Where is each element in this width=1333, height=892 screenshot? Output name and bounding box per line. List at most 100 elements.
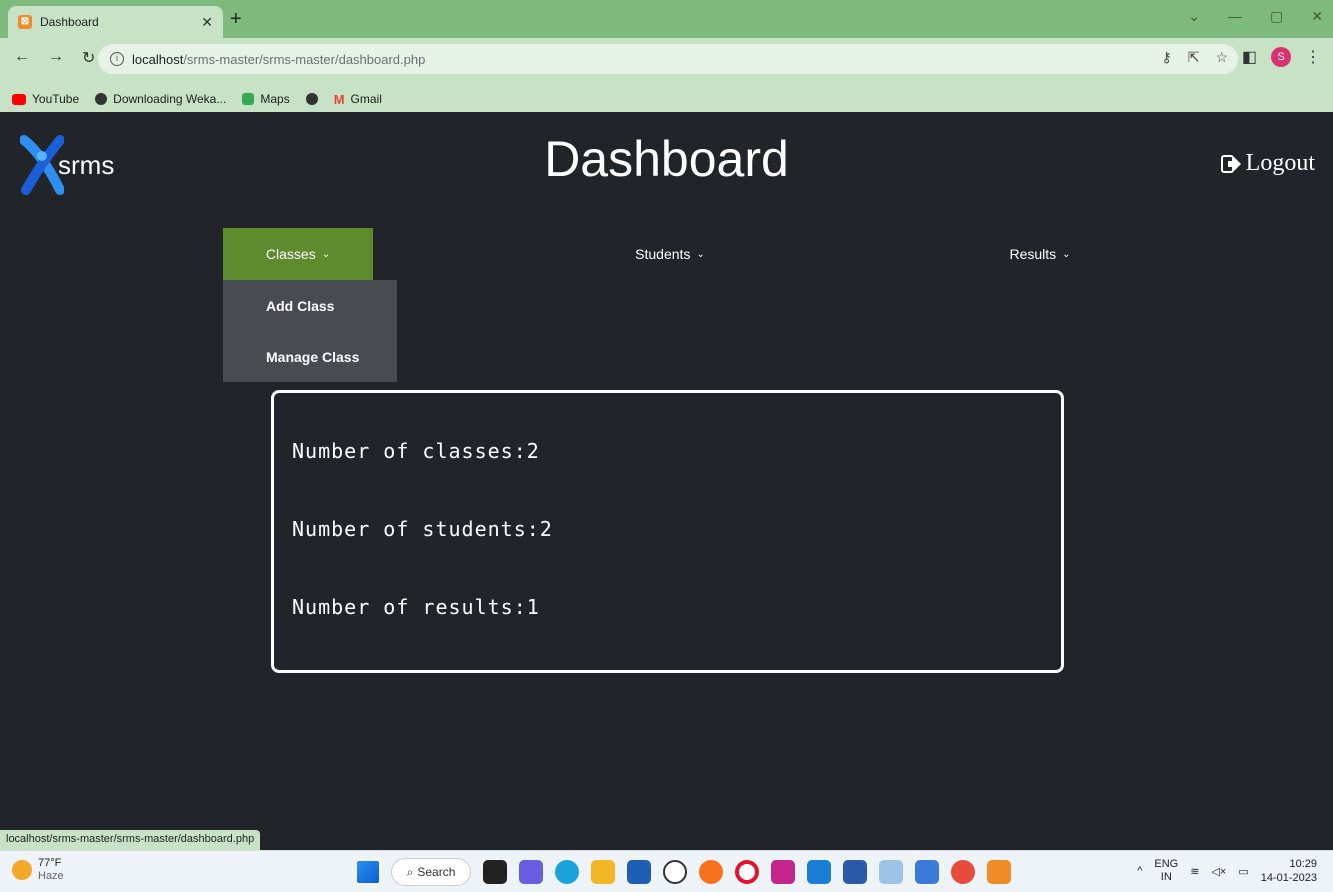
xampp-icon[interactable] xyxy=(987,860,1011,884)
clock-date: 14-01-2023 xyxy=(1260,872,1317,884)
search-icon: ⌕ xyxy=(406,864,414,879)
nav-students-label: Students xyxy=(635,246,691,262)
dashboard-page: srms Dashboard Logout Classes ⌄ Students… xyxy=(0,112,1333,850)
dell-icon[interactable] xyxy=(663,860,687,884)
teams-chat-icon[interactable] xyxy=(519,860,543,884)
bookmark-star-icon[interactable]: ☆ xyxy=(1215,49,1228,66)
nav-classes-label: Classes xyxy=(265,246,316,262)
logout-label: Logout xyxy=(1245,150,1315,176)
word-icon[interactable] xyxy=(843,860,867,884)
clock-time: 10:29 xyxy=(1289,858,1317,870)
instagram-icon[interactable] xyxy=(771,860,795,884)
globe-icon xyxy=(95,93,108,105)
tab-title: Dashboard xyxy=(40,15,99,29)
maps-icon xyxy=(242,93,255,105)
notepad-icon[interactable] xyxy=(915,860,939,884)
logout-link[interactable]: Logout xyxy=(1220,150,1315,177)
password-key-icon[interactable]: ⚷ xyxy=(1161,49,1171,66)
chrome-icon[interactable] xyxy=(951,860,975,884)
back-icon[interactable]: ← xyxy=(14,48,30,68)
window-controls: ⌄ — ▢ ✕ xyxy=(1188,8,1323,25)
close-tab-icon[interactable]: ✕ xyxy=(201,14,213,31)
weather-temp: 77°F xyxy=(38,857,62,869)
menu-kebab-icon[interactable]: ⋮ xyxy=(1305,47,1321,67)
taskbar-search[interactable]: ⌕ Search xyxy=(391,858,471,886)
nav-results[interactable]: Results ⌄ xyxy=(965,228,1115,280)
chevron-down-icon: ⌄ xyxy=(696,248,705,260)
bookmark-label: YouTube xyxy=(32,92,80,106)
share-icon[interactable]: ⇱ xyxy=(1188,49,1200,66)
stats-box: Number of classes:2 Number of students:2… xyxy=(271,390,1064,673)
region-code: IN xyxy=(1160,871,1172,883)
classes-dropdown: Add Class Manage Class xyxy=(223,280,397,382)
bookmark-label: Gmail xyxy=(350,92,382,106)
url-host: localhost xyxy=(132,51,184,67)
chevron-down-icon: ⌄ xyxy=(1062,248,1071,260)
tab-search-icon[interactable]: ⌄ xyxy=(1188,8,1200,25)
weather-widget[interactable]: 77°F Haze xyxy=(12,857,64,883)
page-title: Dashboard xyxy=(544,131,789,187)
bookmark-youtube[interactable]: YouTube xyxy=(12,92,79,106)
bookmark-label: Downloading Weka... xyxy=(113,92,227,106)
windows-taskbar: 77°F Haze ⌕ Search ^ ENG IN ≋ ◁× ▭ 10:29… xyxy=(0,850,1333,892)
chevron-up-icon[interactable]: ^ xyxy=(1137,865,1142,877)
nav-classes[interactable]: Classes ⌄ xyxy=(223,228,373,280)
volume-muted-icon[interactable]: ◁× xyxy=(1211,865,1226,878)
nav-results-label: Results xyxy=(1009,246,1057,262)
globe-icon xyxy=(305,93,318,105)
sign-out-icon xyxy=(1220,154,1241,173)
taskbar-apps: ⌕ Search xyxy=(357,858,1011,886)
battery-icon[interactable]: ▭ xyxy=(1238,865,1248,878)
side-panel-icon[interactable]: ◧ xyxy=(1242,47,1257,67)
youtube-icon xyxy=(12,93,26,105)
omnibox-actions: ⚷ ⇱ ☆ xyxy=(1161,49,1228,66)
minimize-button[interactable]: — xyxy=(1228,8,1242,25)
bookmark-weka[interactable]: Downloading Weka... xyxy=(95,92,226,106)
gmail-icon: M xyxy=(333,91,345,107)
add-class-link[interactable]: Add Class xyxy=(223,280,397,331)
system-tray: ^ ENG IN ≋ ◁× ▭ 10:29 14-01-2023 xyxy=(1137,857,1317,885)
clock[interactable]: 10:29 14-01-2023 xyxy=(1261,857,1317,885)
url-path: /srms-master/srms-master/dashboard.php xyxy=(183,51,426,67)
xampp-favicon-icon: ⊠ xyxy=(18,15,32,29)
forward-icon[interactable]: → xyxy=(48,48,64,68)
weather-text: 77°F Haze xyxy=(38,857,64,883)
language-indicator[interactable]: ENG IN xyxy=(1154,858,1178,884)
tab-strip: ⊠ Dashboard ✕ + ⌄ — ▢ ✕ xyxy=(0,0,1333,38)
site-info-icon[interactable]: i xyxy=(110,52,124,66)
new-tab-button[interactable]: + xyxy=(230,8,242,31)
firefox-icon[interactable] xyxy=(699,860,723,884)
bookmarks-bar: YouTube Downloading Weka... Maps M Gmail xyxy=(0,86,1333,112)
bookmark-gmail[interactable]: M Gmail xyxy=(334,92,382,107)
wifi-icon[interactable]: ≋ xyxy=(1190,865,1199,878)
windows-start-icon[interactable] xyxy=(357,861,379,883)
reload-icon[interactable]: ↻ xyxy=(82,48,95,68)
nav-buttons: ← → ↻ xyxy=(14,48,95,68)
stat-students: Number of students:2 xyxy=(292,517,553,541)
maximize-button[interactable]: ▢ xyxy=(1270,8,1283,25)
edge-icon[interactable] xyxy=(555,860,579,884)
nav-students[interactable]: Students ⌄ xyxy=(595,228,745,280)
close-window-button[interactable]: ✕ xyxy=(1311,8,1323,25)
profile-avatar[interactable]: S xyxy=(1271,47,1291,67)
opera-icon[interactable] xyxy=(735,860,759,884)
vscode-icon[interactable] xyxy=(807,860,831,884)
search-label: Search xyxy=(417,865,456,879)
bookmark-label: Maps xyxy=(260,92,290,106)
status-bar-url: localhost/srms-master/srms-master/dashbo… xyxy=(0,830,261,850)
photos-icon[interactable] xyxy=(879,860,903,884)
bookmark-maps[interactable]: Maps xyxy=(242,92,290,106)
browser-toolbar: ← → ↻ i localhost/srms-master/srms-maste… xyxy=(0,38,1333,86)
browser-tab[interactable]: ⊠ Dashboard ✕ xyxy=(8,6,223,38)
task-view-icon[interactable] xyxy=(483,860,507,884)
lang-code: ENG xyxy=(1154,858,1179,870)
mail-icon[interactable] xyxy=(627,860,651,884)
weather-haze-icon xyxy=(12,860,32,880)
chevron-down-icon: ⌄ xyxy=(321,248,331,260)
bookmark-globe[interactable] xyxy=(305,93,318,105)
address-bar[interactable]: i localhost/srms-master/srms-master/dash… xyxy=(98,44,1238,74)
file-explorer-icon[interactable] xyxy=(591,860,615,884)
manage-class-link[interactable]: Manage Class xyxy=(223,331,397,382)
toolbar-right: ◧ S ⋮ xyxy=(1242,47,1321,67)
stat-classes: Number of classes:2 xyxy=(292,439,540,463)
